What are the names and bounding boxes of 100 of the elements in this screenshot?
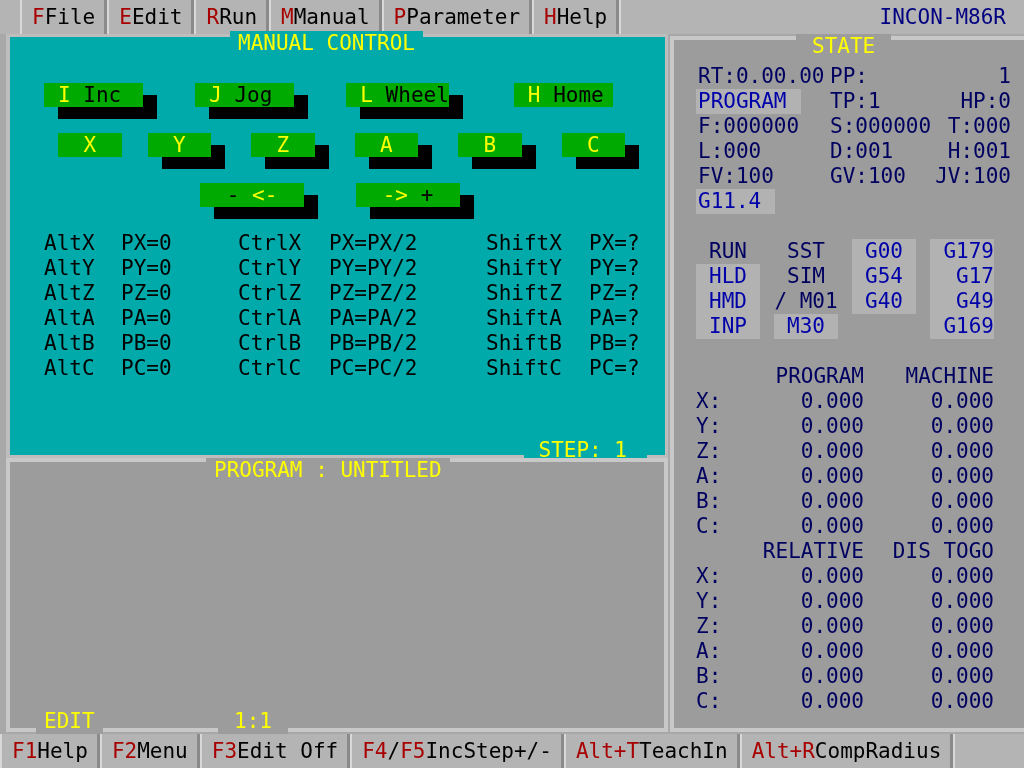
coordinate-value: 0.000 <box>929 639 994 664</box>
state-value: RT:0.00.00 <box>697 64 826 89</box>
status-label: SIM <box>786 264 826 289</box>
state-value: H:001 <box>946 139 1012 164</box>
axis-label: C: <box>696 514 723 539</box>
column-header: MACHINE <box>904 364 994 389</box>
coordinate-value: 0.000 <box>929 464 994 489</box>
cursor-position: 1:1 <box>218 709 288 734</box>
coordinate-value: 0.000 <box>799 514 864 539</box>
menu-item[interactable]: FFile <box>20 0 108 34</box>
shortcut-action: PX=0 <box>121 231 173 256</box>
status-label: G40 <box>852 289 916 314</box>
function-key[interactable]: F4/F5IncStep+/- <box>350 734 564 768</box>
axis-label: X: <box>696 389 723 414</box>
coordinate-value: 0.000 <box>799 689 864 714</box>
status-label: / M01 <box>774 289 838 314</box>
coordinate-value: 0.000 <box>929 414 994 439</box>
state-value: G11.4 <box>696 189 776 214</box>
axis-label: C: <box>696 689 723 714</box>
coordinate-value: 0.000 <box>799 389 864 414</box>
shortcut-action: PX=PX/2 <box>329 231 419 256</box>
column-header: RELATIVE <box>761 539 864 564</box>
shortcut-action: PB=PB/2 <box>329 331 419 356</box>
function-key[interactable]: Alt+RCompRadius <box>739 734 954 768</box>
menu-item[interactable]: RRun <box>194 0 270 34</box>
axis-label: A: <box>696 464 723 489</box>
coordinate-value: 0.000 <box>929 439 994 464</box>
coordinate-value: 0.000 <box>799 614 864 639</box>
shortcut-key: ShiftY <box>486 256 589 281</box>
shortcut-key: AltX <box>44 231 121 256</box>
coordinate-value: 0.000 <box>799 489 864 514</box>
shortcut-key: AltA <box>44 306 121 331</box>
shortcut-action: PC=? <box>589 356 641 381</box>
coordinate-value: 0.000 <box>929 689 994 714</box>
state-value: L:000 <box>697 139 763 164</box>
shortcut-action: PY=0 <box>121 256 173 281</box>
menu-item[interactable]: MManual <box>269 0 382 34</box>
status-label: G169 <box>930 314 994 339</box>
state-value: D:001 <box>829 139 895 164</box>
shortcut-key: ShiftC <box>486 356 589 381</box>
menu-item[interactable]: PParameter <box>381 0 533 34</box>
shortcut-action: PC=0 <box>121 356 173 381</box>
status-label: G49 <box>930 289 994 314</box>
shortcut-key: ShiftX <box>486 231 589 256</box>
shortcut-key: CtrlY <box>238 256 329 281</box>
state-value: S:000000 <box>829 114 933 139</box>
state-value: GV:100 <box>829 164 907 189</box>
shortcut-key: CtrlB <box>238 331 329 356</box>
status-label: G54 <box>852 264 916 289</box>
shortcut-key: AltY <box>44 256 121 281</box>
state-value: HP:0 <box>959 89 1012 114</box>
shortcut-key: AltB <box>44 331 121 356</box>
column-header: DIS TOGO <box>891 539 994 564</box>
coordinate-value: 0.000 <box>929 589 994 614</box>
shortcut-key: AltC <box>44 356 121 381</box>
function-key[interactable]: F3Edit Off <box>199 734 351 768</box>
axis-label: Z: <box>696 439 723 464</box>
mode-button[interactable]: H Home <box>513 83 613 107</box>
axis-label: B: <box>696 489 723 514</box>
function-key[interactable]: F1Help <box>0 734 100 768</box>
shortcut-action: PZ=PZ/2 <box>329 281 419 306</box>
shortcut-action: PZ=? <box>589 281 641 306</box>
coordinate-value: 0.000 <box>929 489 994 514</box>
menu-item[interactable]: HHelp <box>532 0 620 34</box>
coordinate-value: 0.000 <box>929 389 994 414</box>
menu-item[interactable]: EEdit <box>107 0 195 34</box>
state-value: F:000000 <box>697 114 801 139</box>
shortcut-action: PZ=0 <box>121 281 173 306</box>
shortcut-action: PA=PA/2 <box>329 306 419 331</box>
coordinate-value: 0.000 <box>799 414 864 439</box>
status-label: G17 <box>930 264 994 289</box>
state-value: T:000 <box>946 114 1012 139</box>
model-name: INCON-M86R <box>879 5 1006 29</box>
function-key[interactable]: Alt+TTeachIn <box>563 734 740 768</box>
shortcut-key: ShiftA <box>486 306 589 331</box>
shortcut-action: PC=PC/2 <box>329 356 419 381</box>
shortcut-key: CtrlC <box>238 356 329 381</box>
shortcut-action: PA=0 <box>121 306 173 331</box>
coordinate-value: 0.000 <box>799 439 864 464</box>
shortcut-action: PA=? <box>589 306 641 331</box>
coordinate-value: 0.000 <box>799 464 864 489</box>
state-value: TP:1 <box>829 89 882 114</box>
edit-mode-label: EDIT <box>36 709 103 734</box>
state-value: FV:100 <box>697 164 775 189</box>
coordinate-value: 0.000 <box>799 639 864 664</box>
status-label: G179 <box>930 239 994 264</box>
shortcut-action: PX=? <box>589 231 641 256</box>
status-label: M30 <box>774 314 838 339</box>
shortcut-action: PY=? <box>589 256 641 281</box>
status-label: SST <box>786 239 826 264</box>
axis-label: Y: <box>696 589 723 614</box>
shortcut-key: ShiftZ <box>486 281 589 306</box>
status-label: HLD <box>696 264 760 289</box>
state-value: PP: <box>829 64 869 89</box>
state-value: PROGRAM <box>696 89 801 114</box>
shortcut-key: CtrlA <box>238 306 329 331</box>
status-label: INP <box>696 314 760 339</box>
function-key[interactable]: F2Menu <box>99 734 200 768</box>
shortcut-key: AltZ <box>44 281 121 306</box>
shortcut-action: PB=? <box>589 331 641 356</box>
